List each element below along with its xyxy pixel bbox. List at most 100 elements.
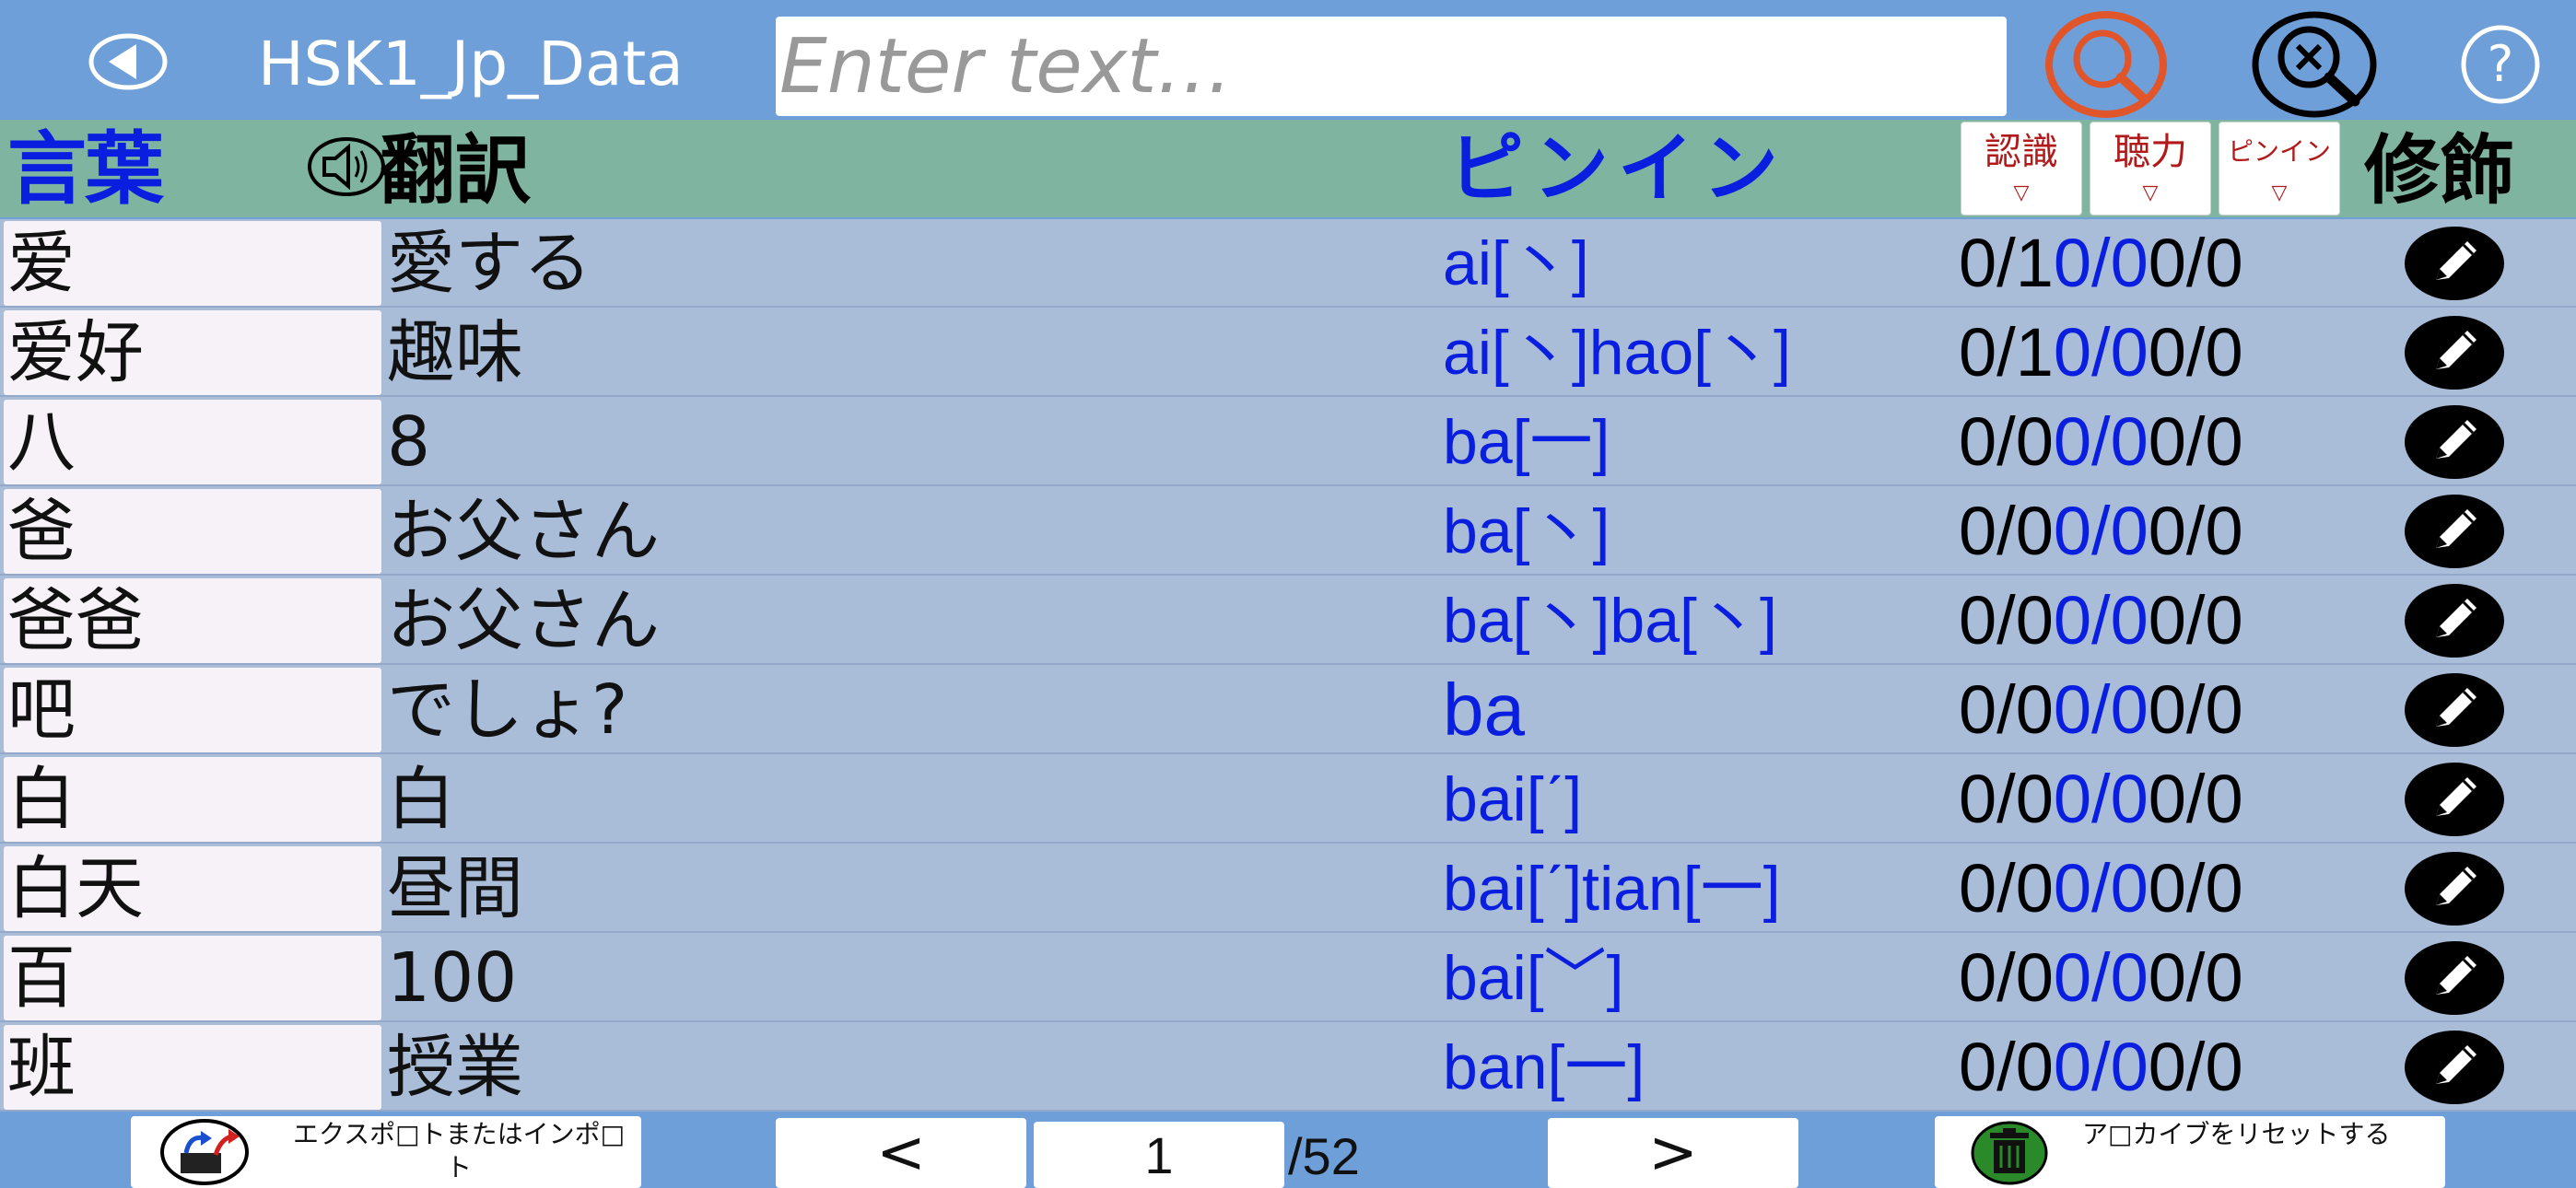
recognition-stat: 0/0 [1959,582,2054,658]
pencil-icon[interactable] [2403,850,2506,927]
stats-cell: 0/00/00/0 [1959,846,2346,931]
column-header-translation[interactable]: 翻訳 [380,127,531,215]
pinyin-stat: 0/0 [2148,671,2243,748]
word-cell[interactable]: 八 [4,400,381,484]
speaker-icon[interactable] [308,136,385,197]
pinyin-stat: 0/0 [2148,225,2243,301]
stats-cell: 0/00/00/0 [1959,668,2346,752]
word-cell[interactable]: 白天 [4,846,381,931]
pencil-icon[interactable] [2403,582,2506,659]
pinyin-cell: ba [1443,669,1525,751]
next-page-button[interactable]: > [1548,1118,1798,1188]
translation-cell: お父さん [387,581,660,660]
pencil-icon[interactable] [2403,225,2506,302]
word-cell[interactable]: 吧 [4,668,381,752]
search-input[interactable] [776,17,2007,116]
reset-archive-label: ア□カイブをリセットする [2082,1119,2391,1149]
listening-stat: 0/0 [2053,403,2149,480]
recognition-stat: 0/1 [1959,314,2054,390]
sort-arrow-icon: ▽ [2142,181,2159,204]
pinyin-cell: ai[丶] [1443,228,1589,298]
recognition-stat: 0/0 [1959,403,2054,480]
word-cell[interactable]: 爱好 [4,310,381,395]
sort-recognition-button[interactable]: 認識 ▽ [1961,122,2082,215]
vocabulary-table: 爱愛する ai[丶] 0/10/00/0 爱好 趣味 ai[丶]hao[丶] 0/10/00… [0,219,2576,1112]
word-cell[interactable]: 白 [4,757,381,842]
stats-cell: 0/00/00/0 [1959,1025,2346,1110]
clear-search-icon[interactable] [2252,11,2386,120]
pinyin-stat: 0/0 [2148,314,2243,390]
sort-listening-button[interactable]: 聴力 ▽ [2090,122,2211,215]
listening-stat: 0/0 [2053,314,2149,390]
pinyin-cell: ba[丶]ba[丶] [1443,586,1777,656]
translation-cell: 100 [387,938,518,1018]
stats-cell: 0/00/00/0 [1959,578,2346,663]
translation-cell: 授業 [387,1028,523,1107]
recognition-stat: 0/0 [1959,1029,2054,1105]
recognition-stat: 0/0 [1959,761,2054,837]
trash-icon [1970,1120,2049,1186]
table-row[interactable]: 班授業 ban[一] 0/00/00/0 [0,1023,2576,1112]
table-row[interactable]: 白白 bai[ˊ] 0/00/00/0 [0,755,2576,844]
table-row[interactable]: 爸お父さん ba[丶] 0/00/00/0 [0,487,2576,576]
word-cell[interactable]: 班 [4,1025,381,1110]
translation-cell: 愛する [387,224,591,303]
sort-recognition-label: 認識 [1985,131,2058,173]
pinyin-cell: ai[丶]hao[丶] [1443,318,1791,388]
column-header-edit: 修飾 [2364,127,2516,215]
svg-text:?: ? [2488,35,2514,93]
page-number-input[interactable] [1034,1122,1284,1188]
recognition-stat: 0/0 [1959,939,2054,1016]
pinyin-cell: bai[ˊ]tian[一] [1443,854,1781,924]
listening-stat: 0/0 [2053,761,2149,837]
reset-archive-button[interactable]: ア□カイブをリセットする [1935,1116,2445,1188]
export-import-button[interactable]: エクスポ□トまたはインポ□ト [131,1116,641,1188]
pencil-icon[interactable] [2403,403,2506,481]
pinyin-stat: 0/0 [2148,582,2243,658]
pencil-icon[interactable] [2403,493,2506,570]
export-import-icon [158,1118,251,1186]
sort-pinyin-button[interactable]: ピンイン ▽ [2219,122,2340,215]
word-cell[interactable]: 爸 [4,489,381,574]
stats-cell: 0/00/00/0 [1959,757,2346,842]
listening-stat: 0/0 [2053,850,2149,926]
recognition-stat: 0/1 [1959,225,2054,301]
listening-stat: 0/0 [2053,225,2149,301]
table-row[interactable]: 八 8 ba[一] 0/00/00/0 [0,398,2576,486]
stats-cell: 0/00/00/0 [1959,400,2346,484]
listening-stat: 0/0 [2053,582,2149,658]
translation-cell: でしょ? [387,670,628,750]
pencil-icon[interactable] [2403,761,2506,838]
pinyin-stat: 0/0 [2148,1029,2243,1105]
word-cell[interactable]: 百 [4,936,381,1020]
footer-bar: エクスポ□トまたはインポ□ト < /52 > ア□カイブをリセットする [0,1112,2576,1188]
table-row[interactable]: 爱好 趣味 ai[丶]hao[丶] 0/10/00/0 [0,309,2576,397]
table-row[interactable]: 爸爸 お父さん ba[丶]ba[丶] 0/00/00/0 [0,577,2576,665]
sort-arrow-icon: ▽ [2013,181,2030,204]
word-cell[interactable]: 爱 [4,221,381,306]
stats-cell: 0/10/00/0 [1959,310,2346,395]
pencil-icon[interactable] [2403,314,2506,391]
help-icon[interactable]: ? [2458,22,2543,107]
column-header-pinyin[interactable]: ピンイン [1448,125,1787,214]
table-row[interactable]: 吧でしょ? ba 0/00/00/0 [0,666,2576,754]
table-header: 言葉 翻訳 ピンイン 認識 ▽ 聴力 ▽ ピンイン ▽ 修飾 [0,120,2576,217]
listening-stat: 0/0 [2053,671,2149,748]
column-header-word[interactable]: 言葉 [7,125,164,214]
pinyin-cell: bai[﹀] [1443,943,1624,1013]
top-bar: HSK1_Jp_Data ? [0,0,2576,120]
search-icon[interactable] [2045,11,2180,120]
back-arrow-icon[interactable] [88,33,168,90]
table-row[interactable]: 爱愛する ai[丶] 0/10/00/0 [0,219,2576,308]
pencil-icon[interactable] [2403,939,2506,1017]
word-cell[interactable]: 爸爸 [4,578,381,663]
export-import-label: エクスポ□トまたはインポ□ト [292,1119,626,1182]
translation-cell: 趣味 [387,313,523,392]
table-row[interactable]: 百 100 bai[﹀] 0/00/00/0 [0,934,2576,1022]
sort-listening-label: 聴力 [2113,131,2187,173]
pencil-icon[interactable] [2403,1029,2506,1106]
pencil-icon[interactable] [2403,671,2506,749]
pinyin-stat: 0/0 [2148,850,2243,926]
table-row[interactable]: 白天 昼間 bai[ˊ]tian[一] 0/00/00/0 [0,844,2576,933]
previous-page-button[interactable]: < [776,1118,1026,1188]
